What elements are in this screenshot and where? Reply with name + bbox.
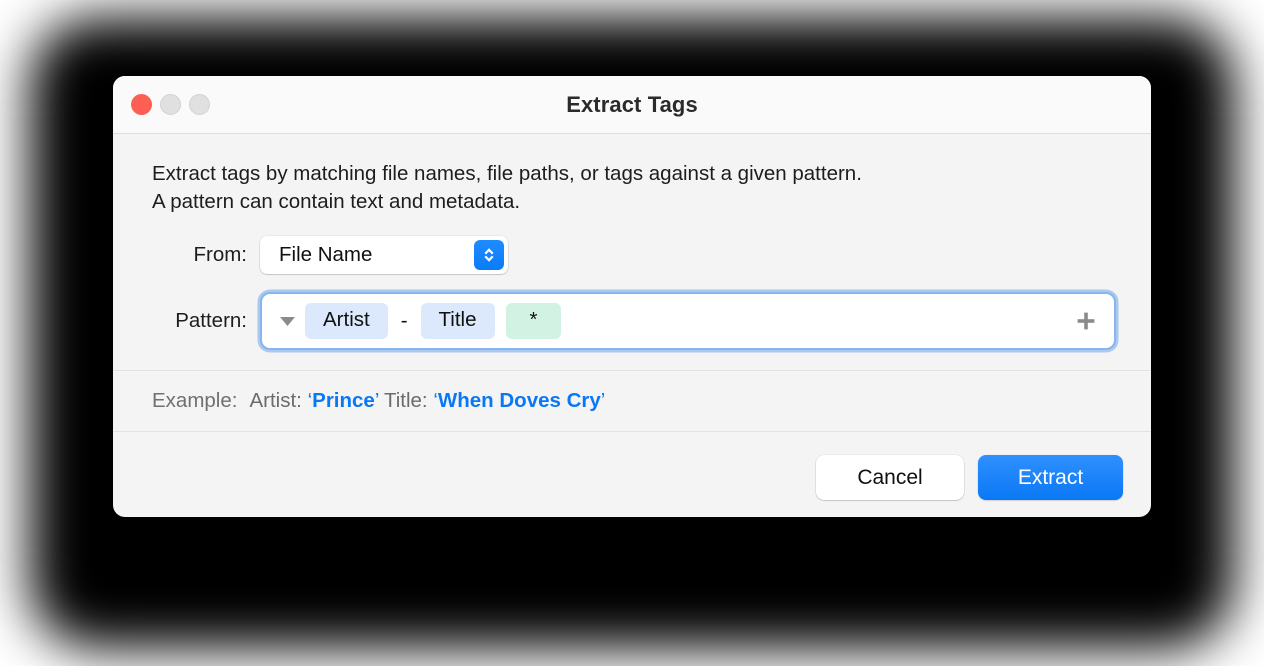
screen-backdrop: Extract Tags Extract tags by matching fi… [0,0,1264,666]
extract-tags-dialog: Extract Tags Extract tags by matching fi… [113,76,1151,517]
minimize-button-icon[interactable] [160,94,181,115]
example-artist-key: Artist: [249,389,301,412]
close-button-icon[interactable] [131,94,152,115]
pattern-row: Pattern: Artist - Title * [113,292,1151,350]
chevron-up-down-icon[interactable] [474,240,504,270]
window-title: Extract Tags [113,92,1151,118]
dialog-content: Extract tags by matching file names, fil… [113,134,1151,438]
example-artist-value: Prince [312,389,375,412]
cancel-button[interactable]: Cancel [816,455,964,500]
pattern-token-title[interactable]: Title [421,303,495,339]
from-row: From: File Name [113,236,1151,274]
from-popup-value: File Name [260,243,372,267]
pattern-token-artist[interactable]: Artist [305,303,388,339]
zoom-button-icon[interactable] [189,94,210,115]
dialog-description: Extract tags by matching file names, fil… [152,160,1151,216]
pattern-token-field[interactable]: Artist - Title * [260,292,1116,350]
example-label: Example: [152,389,249,413]
example-title-value: When Doves Cry [438,389,601,412]
add-token-button[interactable] [1074,309,1098,333]
from-label: From: [113,243,260,267]
example-title-key: Title: [384,389,428,412]
pattern-token-list: Artist - Title * [305,303,561,339]
pattern-label: Pattern: [113,309,260,333]
pattern-token-separator[interactable]: - [399,309,410,333]
window-titlebar: Extract Tags [113,76,1151,134]
extract-button[interactable]: Extract [978,455,1123,500]
description-line-2: A pattern can contain text and metadata. [152,188,1151,216]
description-line-1: Extract tags by matching file names, fil… [152,162,862,185]
dialog-footer: Cancel Extract [113,438,1151,517]
triangle-down-icon[interactable] [278,315,297,327]
from-popup-button[interactable]: File Name [260,236,508,274]
pattern-token-wildcard[interactable]: * [506,303,562,339]
plus-icon [1075,310,1097,332]
example-strip: Example: Artist: ‘Prince’ Title: ‘When D… [113,370,1151,432]
example-close-quote-2: ’ [601,389,606,412]
window-controls [131,76,210,133]
example-value: Artist: ‘Prince’ Title: ‘When Doves Cry’ [249,389,605,413]
